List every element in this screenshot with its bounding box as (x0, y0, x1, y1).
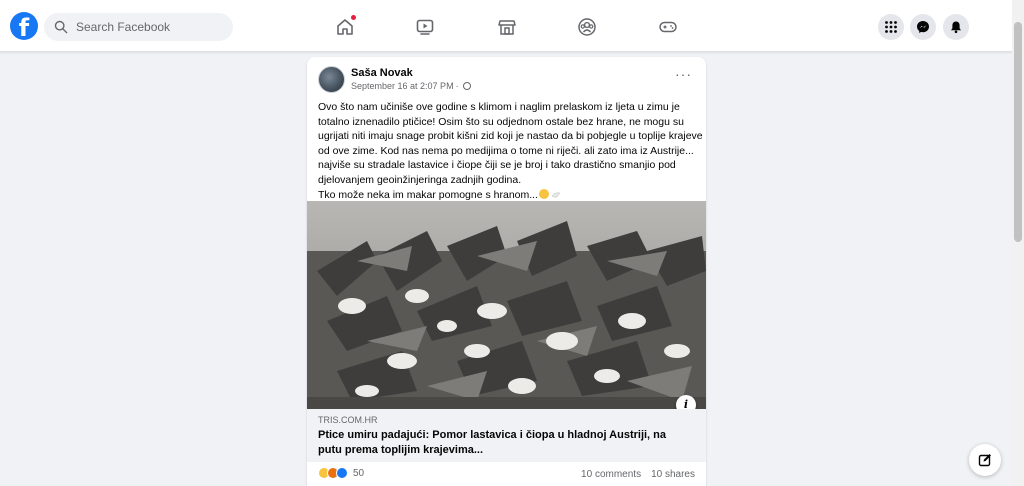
more-options-button[interactable]: ··· (675, 67, 692, 81)
video-icon (416, 19, 434, 35)
reaction-count: 50 (353, 467, 365, 479)
top-navigation-bar: f (0, 0, 1012, 52)
globe-icon (462, 82, 471, 90)
nav-gaming[interactable] (654, 13, 682, 41)
feed-post: Saša Novak September 16 at 2:07 PM · ···… (307, 57, 706, 486)
post-timestamp[interactable]: September 16 at 2:07 PM (351, 81, 454, 91)
menu-grid-icon (885, 21, 897, 33)
link-title-line: Ptice umiru padajući: Pomor lastavica i … (318, 429, 667, 441)
post-text-line: totalno iznenadilo ptičice! Osim što su … (318, 115, 684, 128)
link-domain: TRIS.COM.HR (318, 415, 378, 425)
link-title[interactable]: Ptice umiru padajući: Pomor lastavica i … (318, 428, 695, 457)
scrollbar-thumb[interactable] (1014, 22, 1022, 242)
comments-count[interactable]: 10 comments (581, 469, 641, 480)
notification-dot (350, 14, 357, 21)
post-body-text: Ovo što nam učiniše ove godine s klimom … (318, 100, 703, 203)
post-text-line: od ove zime. Kod nas nema po medijima o … (318, 144, 694, 157)
compose-icon (978, 454, 991, 467)
nav-home[interactable] (331, 13, 359, 41)
post-text-line: ugrijati niti imaju snage probit kišni z… (318, 130, 703, 143)
bell-icon (951, 21, 961, 34)
post-text-line: Ovo što nam učiniše ove godine s klimom … (318, 101, 680, 113)
post-text-line: najviše su stradale lastavice i čiope či… (318, 159, 676, 172)
search-input[interactable] (76, 20, 226, 34)
like-reaction-icon (336, 467, 348, 479)
nav-marketplace[interactable] (493, 13, 521, 41)
notifications-button[interactable] (943, 14, 969, 40)
search-icon (54, 20, 68, 34)
link-title-line: putu prema toplijim krajevima... (318, 443, 484, 456)
dove-icon (551, 192, 561, 198)
groups-icon (578, 18, 596, 36)
search-box[interactable] (44, 13, 233, 41)
dead-birds-photo (307, 201, 706, 409)
menu-button[interactable] (878, 14, 904, 40)
nav-groups[interactable] (573, 13, 601, 41)
post-author-name[interactable]: Saša Novak (351, 67, 413, 79)
post-text-line: Tko može neka im makar pomogne s hranom.… (318, 188, 539, 201)
nav-video[interactable] (411, 13, 439, 41)
marketplace-icon (498, 20, 516, 35)
gaming-icon (659, 21, 677, 33)
post-meta: September 16 at 2:07 PM · (351, 81, 471, 91)
post-text-line: djelovanjem geoinžinjeringa zadnjih godi… (318, 173, 522, 186)
shares-count[interactable]: 10 shares (651, 469, 695, 480)
sad-emoji-icon (539, 188, 550, 199)
new-message-button[interactable] (969, 444, 1001, 476)
link-preview[interactable]: TRIS.COM.HR Ptice umiru padajući: Pomor … (307, 409, 706, 462)
meta-separator: · (455, 81, 459, 91)
page-scrollbar[interactable] (1012, 0, 1024, 486)
facebook-logo[interactable]: f (10, 12, 38, 40)
post-text-line-last: Tko može neka im makar pomogne s hranom.… (318, 188, 698, 203)
info-icon[interactable]: i (676, 395, 696, 409)
reactions-summary[interactable]: 50 (318, 467, 364, 479)
post-link-image[interactable]: i (307, 201, 706, 409)
messenger-icon (917, 21, 929, 33)
messenger-button[interactable] (910, 14, 936, 40)
author-avatar[interactable] (318, 66, 345, 93)
post-stats: 10 comments 10 shares (581, 469, 695, 480)
